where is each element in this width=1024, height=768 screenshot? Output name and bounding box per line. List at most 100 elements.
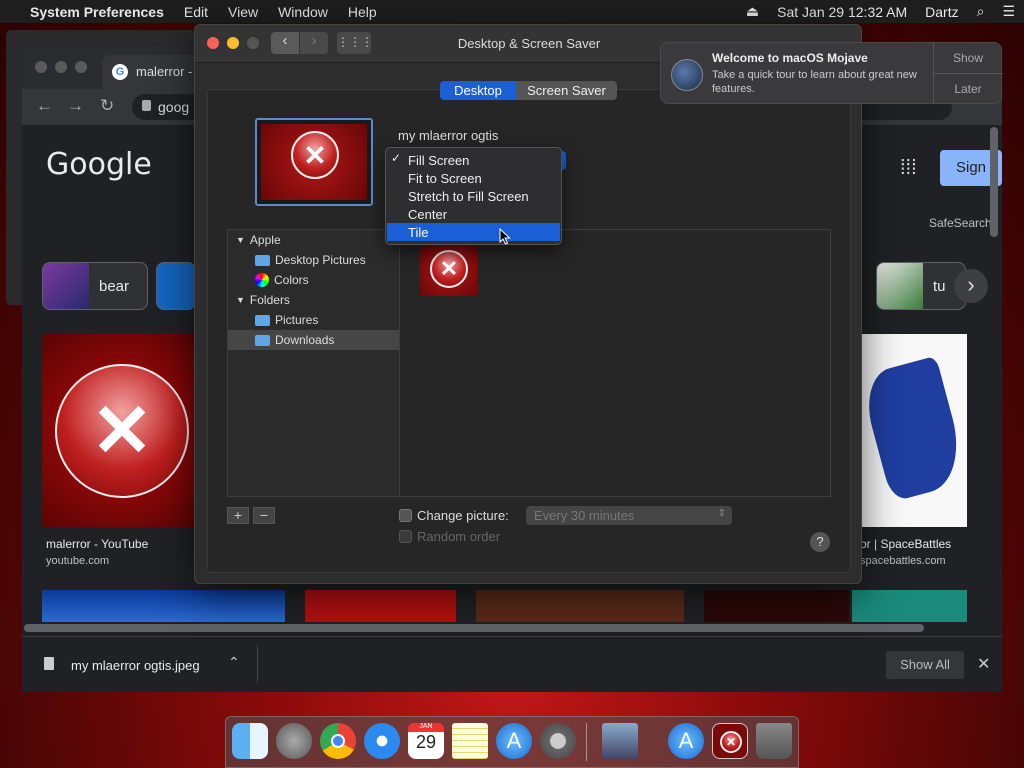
picture-thumbnail[interactable]: ✕ — [420, 244, 478, 296]
error-x-icon: ✕ — [430, 250, 468, 288]
tab-screen-saver[interactable]: Screen Saver — [516, 81, 617, 100]
later-button[interactable]: Later — [933, 82, 1003, 96]
desktop-screensaver-window: ‹ › ⋮⋮⋮ Desktop & Screen Saver Desktop S… — [194, 24, 862, 584]
menu-window[interactable]: Window — [268, 4, 338, 20]
chip-bear[interactable]: bear — [42, 262, 148, 310]
forward-arrow-icon[interactable]: → — [67, 96, 84, 116]
menu-item-stretch[interactable]: Stretch to Fill Screen — [387, 187, 560, 205]
result-title[interactable]: or | SpaceBattles — [860, 537, 951, 551]
minimize-dot[interactable] — [55, 61, 67, 73]
menu-item-center[interactable]: Center — [387, 205, 560, 223]
menu-help[interactable]: Help — [338, 4, 387, 20]
source-item-desktop-pictures[interactable]: Desktop Pictures — [255, 250, 366, 270]
source-item-colors[interactable]: Colors — [255, 270, 309, 290]
notification-body: Take a quick tour to learn about great n… — [712, 69, 917, 95]
chip-windows[interactable] — [156, 262, 196, 310]
menu-item-fill-screen[interactable]: Fill Screen — [387, 151, 560, 169]
menu-item-tile[interactable]: Tile — [387, 223, 560, 241]
system-preferences-icon[interactable] — [540, 723, 576, 759]
result-thumbnail[interactable]: ✕ — [42, 334, 202, 527]
file-icon — [44, 657, 54, 670]
dock-divider — [586, 723, 587, 761]
folder-icon — [255, 334, 270, 346]
chevron-up-icon[interactable]: ⌃ — [228, 654, 240, 671]
error-x-icon: ✕ — [720, 731, 742, 753]
result-thumbnail[interactable] — [704, 590, 849, 622]
disclosure-triangle-icon[interactable]: ▼ — [236, 235, 245, 245]
notification-banner[interactable]: Welcome to macOS Mojave Take a quick tou… — [660, 42, 1003, 104]
result-title[interactable]: malerror - YouTube — [46, 537, 148, 551]
apps-grid-icon[interactable]: ⁞⁞⁞ — [900, 157, 917, 180]
spotlight-search-icon[interactable]: ⌕ — [968, 3, 994, 20]
item-label: Desktop Pictures — [275, 253, 366, 267]
result-site: spacebattles.com — [860, 555, 946, 567]
item-label: Colors — [274, 273, 309, 287]
change-picture-checkbox[interactable] — [399, 509, 412, 522]
google-logo[interactable]: Google — [46, 147, 152, 182]
interval-value: Every 30 minutes — [534, 508, 635, 523]
show-all-button[interactable]: Show All — [886, 651, 964, 679]
result-thumbnail[interactable] — [476, 590, 684, 622]
close-dot[interactable] — [35, 61, 47, 73]
mouse-cursor-icon — [499, 228, 511, 245]
divider — [933, 73, 1003, 74]
result-thumbnail[interactable] — [305, 590, 456, 622]
eject-icon[interactable]: ⏏ — [737, 3, 768, 20]
safari-icon[interactable] — [364, 723, 400, 759]
chevron-right-icon[interactable]: › — [954, 269, 988, 303]
back-arrow-icon[interactable]: ← — [36, 96, 53, 116]
error-x-icon: ✕ — [55, 364, 189, 498]
notes-icon[interactable] — [452, 723, 488, 759]
chip-label: bear — [99, 277, 130, 295]
error-x-icon: ✕ — [291, 131, 339, 179]
source-item-downloads[interactable]: Downloads — [228, 330, 399, 350]
notification-center-icon[interactable]: ☰ — [993, 3, 1024, 20]
safesearch-link[interactable]: SafeSearch — [929, 216, 992, 230]
app-menu[interactable]: System Preferences — [20, 4, 174, 20]
app-store-icon[interactable]: A — [496, 723, 532, 759]
source-group-apple[interactable]: ▼ Apple — [236, 230, 281, 250]
menu-view[interactable]: View — [218, 4, 268, 20]
group-label: Folders — [249, 293, 290, 307]
result-site: youtube.com — [46, 555, 109, 567]
google-favicon-icon: G — [112, 64, 128, 80]
menu-edit[interactable]: Edit — [174, 4, 218, 20]
app-store-download-icon[interactable]: A — [668, 723, 704, 759]
trash-icon[interactable] — [756, 723, 792, 759]
dock: JAN 29 A A ✕ — [225, 716, 799, 768]
add-folder-button[interactable]: + — [227, 507, 249, 524]
close-icon[interactable]: ✕ — [977, 654, 990, 674]
menubar-clock[interactable]: Sat Jan 29 12:32 AM — [768, 4, 916, 20]
interval-select: Every 30 minutes ⇕ — [526, 506, 732, 525]
disclosure-triangle-icon[interactable]: ▼ — [236, 295, 245, 305]
updown-chevron-icon: ⇕ — [717, 508, 726, 519]
menubar-user[interactable]: Dartz — [916, 4, 967, 20]
reload-icon[interactable]: ↻ — [100, 96, 114, 116]
downloads-stack-icon[interactable]: ✕ — [712, 723, 748, 759]
download-filename[interactable]: my mlaerror ogtis.jpeg — [71, 658, 200, 673]
calendar-icon[interactable]: JAN 29 — [408, 723, 444, 759]
result-thumbnail[interactable] — [42, 590, 285, 622]
random-order-checkbox — [399, 530, 412, 543]
chip-thumbnail — [877, 263, 923, 309]
result-thumbnail[interactable] — [858, 334, 970, 527]
tab-desktop[interactable]: Desktop — [440, 81, 516, 100]
result-thumbnail[interactable] — [852, 590, 967, 622]
chip-label: tu — [933, 277, 946, 295]
horizontal-scrollbar[interactable] — [24, 624, 924, 632]
show-button[interactable]: Show — [933, 51, 1003, 65]
finder-icon[interactable] — [232, 723, 268, 759]
calendar-month: JAN — [408, 723, 444, 732]
source-group-folders[interactable]: ▼ Folders — [236, 290, 290, 310]
source-item-pictures[interactable]: Pictures — [255, 310, 318, 330]
zoom-dot[interactable] — [75, 61, 87, 73]
launchpad-icon[interactable] — [276, 723, 312, 759]
preview-icon[interactable] — [602, 723, 638, 759]
chip-tu[interactable]: tu — [876, 262, 966, 310]
vertical-scrollbar[interactable] — [990, 127, 998, 237]
menu-item-fit-to-screen[interactable]: Fit to Screen — [387, 169, 560, 187]
help-button[interactable]: ? — [810, 532, 830, 552]
remove-folder-button[interactable]: − — [253, 507, 275, 524]
chrome-icon[interactable] — [320, 723, 356, 759]
omnibox-url: goog — [158, 99, 190, 115]
